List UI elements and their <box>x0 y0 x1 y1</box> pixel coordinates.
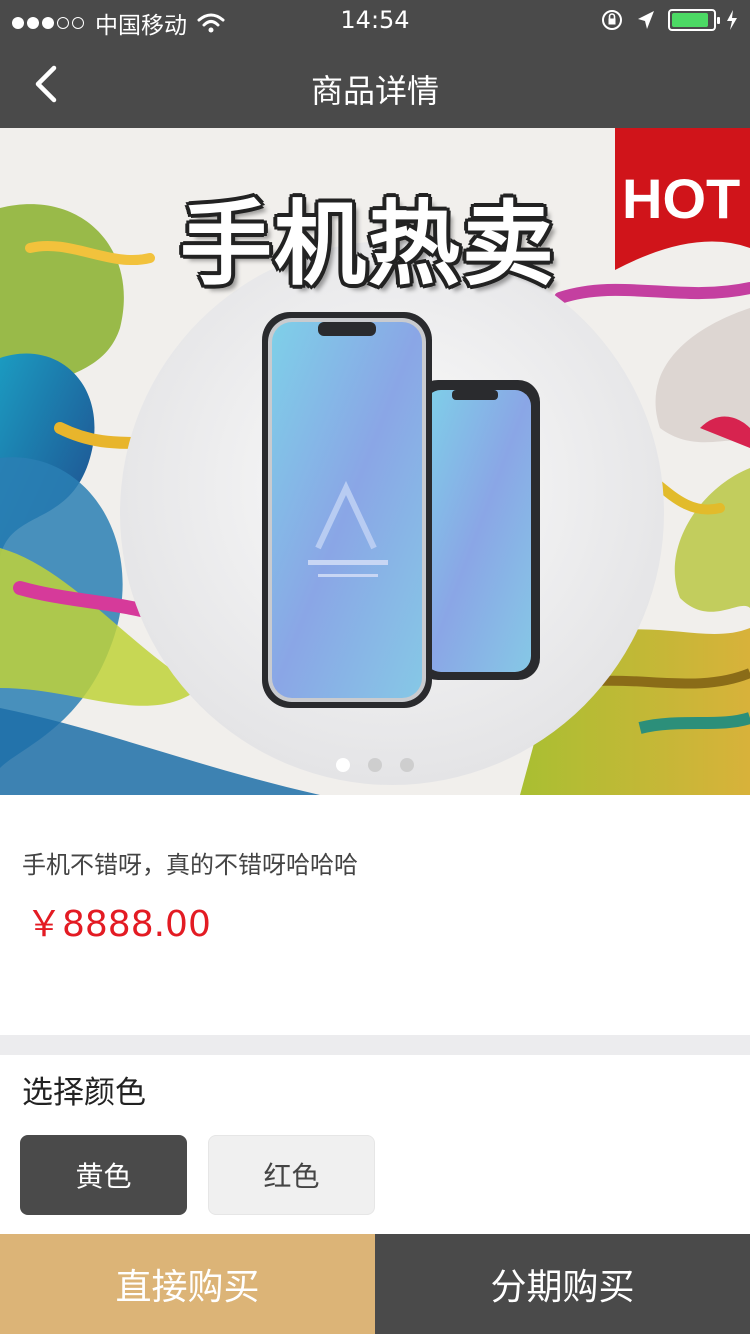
battery-level <box>672 13 708 27</box>
color-selection-title: 选择颜色 <box>22 1075 146 1111</box>
hot-badge: HOT <box>622 167 741 230</box>
location-arrow-icon <box>638 11 654 29</box>
buy-now-button[interactable]: 直接购买 <box>0 1234 375 1334</box>
product-info: 手机不错呀，真的不错呀哈哈哈 ￥8888.00 <box>0 795 750 1035</box>
charging-bolt-icon <box>727 10 737 30</box>
installment-buy-button[interactable]: 分期购买 <box>375 1234 750 1334</box>
product-banner-carousel[interactable]: 手机热卖 HOT <box>0 128 750 795</box>
carousel-dot[interactable] <box>368 758 382 772</box>
status-bar: 中国移动 14:54 <box>0 0 750 40</box>
battery-icon <box>668 9 720 31</box>
product-price: ￥8888.00 <box>26 904 211 945</box>
color-option-red[interactable]: 红色 <box>208 1135 375 1215</box>
banner-headline: 手机热卖 <box>180 191 557 298</box>
page-title: 商品详情 <box>310 72 439 110</box>
carousel-dot[interactable] <box>336 758 350 772</box>
color-option-yellow[interactable]: 黄色 <box>20 1135 187 1215</box>
section-divider <box>0 1035 750 1055</box>
status-right <box>588 8 738 32</box>
navigation-bar: 商品详情 <box>0 40 750 128</box>
phone-screen: 中国移动 14:54 商品详情 手机热卖 HOT 手机不错呀，真的不错呀哈哈哈 … <box>0 0 750 1334</box>
carousel-dot[interactable] <box>400 758 414 772</box>
bottom-action-bar: 直接购买 分期购买 <box>0 1234 750 1334</box>
color-selection: 选择颜色 黄色 红色 <box>0 1055 750 1234</box>
carousel-indicators <box>0 758 750 772</box>
rotation-lock-icon <box>602 10 622 30</box>
product-description: 手机不错呀，真的不错呀哈哈哈 <box>22 851 358 879</box>
